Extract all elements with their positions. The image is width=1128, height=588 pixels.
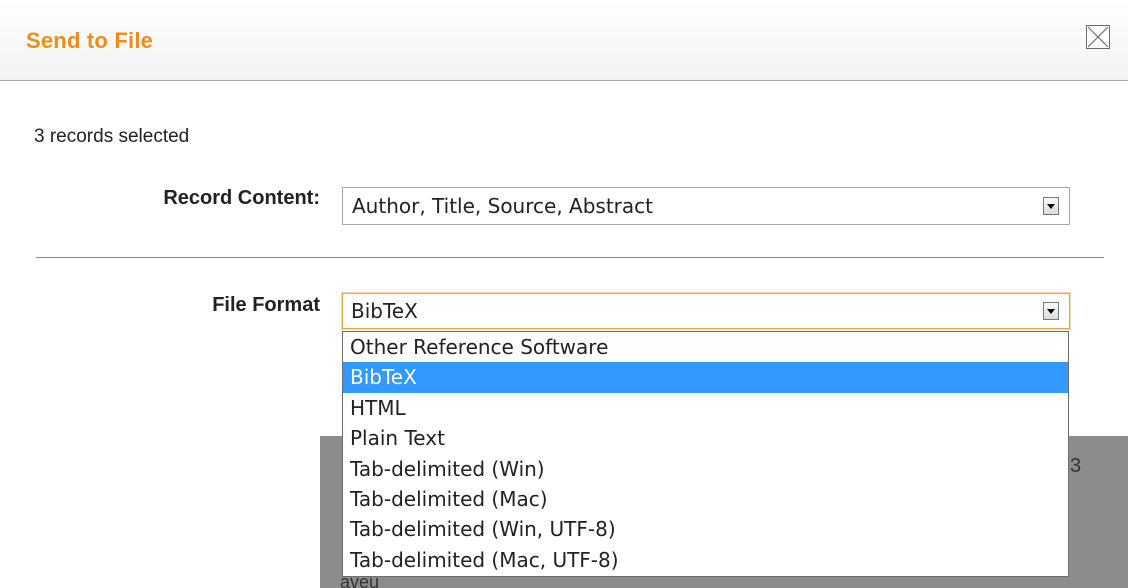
chevron-down-icon[interactable] (1043, 197, 1059, 215)
record-content-label: Record Content: (163, 187, 320, 209)
file-format-option[interactable]: Tab-delimited (Win, UTF-8) (343, 514, 1068, 544)
chevron-down-icon[interactable] (1043, 302, 1059, 320)
file-format-option[interactable]: Tab-delimited (Mac) (343, 484, 1068, 514)
file-format-option[interactable]: Other Reference Software (343, 332, 1068, 362)
file-format-option[interactable]: HTML (343, 393, 1068, 423)
file-format-select[interactable]: BibTeX (342, 293, 1070, 329)
record-content-value: Author, Title, Source, Abstract (352, 194, 653, 218)
file-format-dropdown-list: Other Reference Software BibTeX HTML Pla… (342, 331, 1069, 577)
underlay-partial-text: 3 (1070, 455, 1082, 477)
file-format-option[interactable]: Tab-delimited (Win) (343, 454, 1068, 484)
send-to-file-dialog: Send to File 3 records selected Record C… (0, 0, 1128, 588)
record-content-select[interactable]: Author, Title, Source, Abstract (342, 187, 1070, 225)
file-format-label: File Format (212, 294, 320, 316)
file-format-option[interactable]: Tab-delimited (Mac, UTF-8) (343, 545, 1068, 575)
dialog-header: Send to File (0, 0, 1128, 81)
close-icon[interactable] (1086, 25, 1110, 49)
file-format-value: BibTeX (351, 299, 418, 323)
records-selected-count: 3 records selected (34, 126, 190, 147)
file-format-option-selected[interactable]: BibTeX (343, 362, 1068, 393)
dialog-title: Send to File (26, 28, 154, 53)
section-divider (36, 257, 1104, 258)
file-format-option[interactable]: Plain Text (343, 423, 1068, 453)
